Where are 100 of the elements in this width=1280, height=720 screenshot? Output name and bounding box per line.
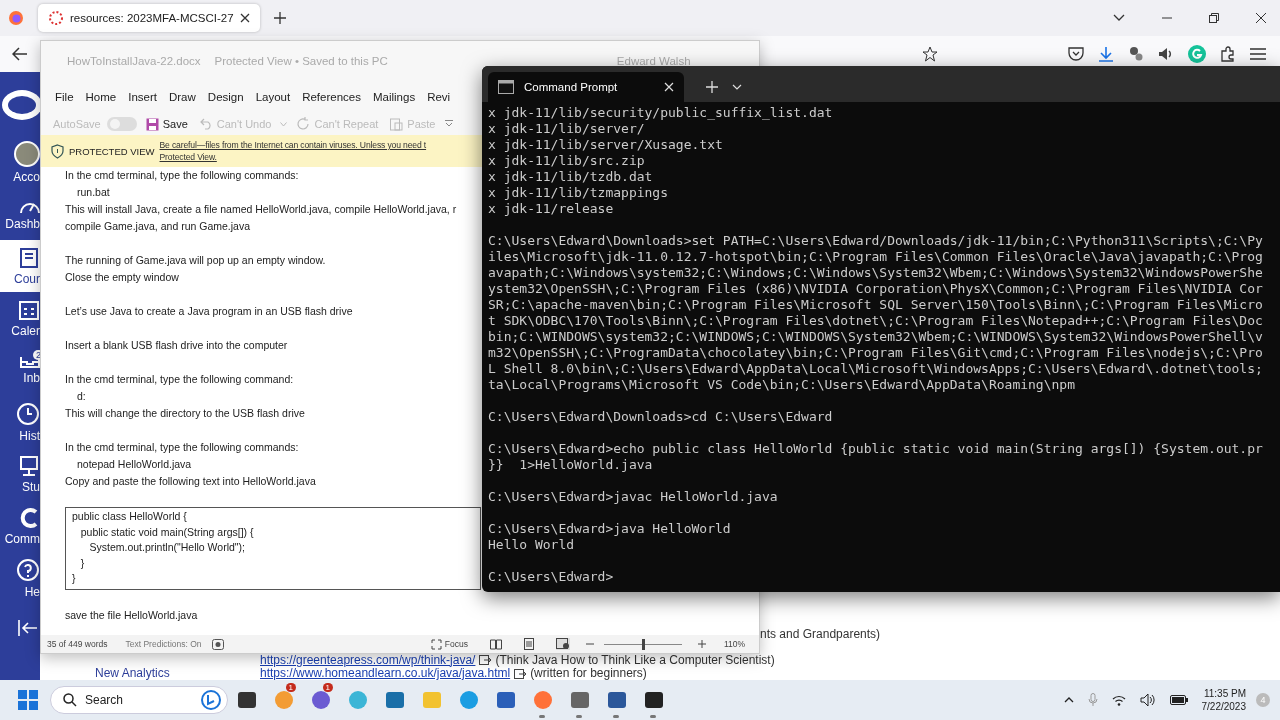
- nav-item[interactable]: Acco: [0, 136, 40, 188]
- web-layout-icon[interactable]: [555, 638, 570, 650]
- shield-icon: [51, 143, 64, 159]
- ribbon-tab[interactable]: References: [296, 91, 367, 103]
- chevron-down-icon[interactable]: [1113, 14, 1125, 22]
- volume-icon[interactable]: [1139, 693, 1156, 707]
- ribbon-tab[interactable]: File: [49, 91, 80, 103]
- taskbar-search[interactable]: Search: [50, 686, 228, 714]
- code-line: public static void main(String args[]) {: [79, 524, 255, 540]
- autosave-toggle[interactable]: [106, 117, 137, 131]
- nav-item[interactable]: Hist: [0, 396, 40, 448]
- terminal-line: ystem32\OpenSSH\;C:\Program Files (x86)\NVIDIA Corporation\PhysX\Common;C:\Program Files\NVIDIA Cor: [488, 281, 1264, 297]
- terminal-line: t SDK\ODBC\170\Tools\Binn\;C:\Program Files\dotnet\;C:\Program Files\Notepad++;C:\Program Files\Doc: [488, 313, 1264, 329]
- speaker-icon[interactable]: [1158, 46, 1174, 62]
- pocket-icon[interactable]: [1068, 47, 1084, 61]
- running-indicator: [650, 715, 656, 718]
- app-icon: [606, 690, 627, 710]
- extension-icon[interactable]: [1128, 46, 1144, 62]
- running-indicator: [576, 715, 582, 718]
- clock[interactable]: 11:35 PM 7/22/2023: [1201, 687, 1246, 713]
- running-indicator: [539, 715, 545, 718]
- paragraph: In the cmd terminal, type the following commands:: [65, 168, 299, 183]
- zoom-level[interactable]: 110%: [723, 639, 745, 649]
- close-icon[interactable]: [239, 13, 250, 23]
- clipboard-icon: [390, 117, 404, 131]
- new-tab-icon[interactable]: [273, 12, 286, 24]
- taskbar-app[interactable]: 1: [302, 680, 339, 720]
- terminal-line: }} 1>HelloWorld.java: [488, 457, 654, 473]
- accessibility-icon[interactable]: [211, 638, 224, 650]
- terminal-line: Hello World: [488, 537, 576, 553]
- more-icon[interactable]: [444, 120, 453, 128]
- warning-link[interactable]: Protected View.: [159, 151, 217, 163]
- terminal-icon: [498, 80, 514, 94]
- terminal-line: L Shell 8.0\bin\;C:\Users\Edward\AppData\Local\Microsoft\WindowsApps;C:\Users\Edward\.dotnet\tools;: [488, 361, 1264, 377]
- nav-item[interactable]: Cour: [0, 240, 40, 292]
- windows-start-icon[interactable]: [18, 690, 38, 710]
- nav-link[interactable]: New Analytics: [95, 666, 256, 680]
- ribbon-tab[interactable]: Insert: [122, 91, 163, 103]
- search-icon: [63, 693, 77, 707]
- restore-icon[interactable]: [1209, 13, 1219, 23]
- nav-item[interactable]: Dashb: [0, 188, 40, 240]
- download-icon[interactable]: [1098, 46, 1114, 62]
- external-link-icon: [514, 667, 527, 679]
- paragraph: Copy and paste the following text into HelloWorld.java: [65, 474, 316, 489]
- book-icon: [18, 246, 40, 269]
- terminal-line: C:\Users\Edward\Downloads>set PATH=C:\Users\Edward/Downloads/jdk-11/bin;C:\Python311\Scripts\;C:\Py: [488, 233, 1264, 249]
- zoom-thumb[interactable]: [641, 638, 645, 650]
- nav-item[interactable]: He: [0, 552, 40, 604]
- star-icon[interactable]: [922, 46, 938, 62]
- page-link[interactable]: https://greenteapress.com/wp/think-java/: [260, 652, 476, 667]
- close-icon[interactable]: [1256, 13, 1266, 23]
- terminal-title: Command Prompt: [524, 81, 619, 93]
- save-button[interactable]: Save: [142, 117, 191, 131]
- back-arrow-icon[interactable]: [12, 47, 28, 61]
- monitor-icon: [18, 454, 40, 477]
- focus-icon: [430, 638, 442, 650]
- terminal-line: x jdk-11/lib/tzmappings: [488, 185, 669, 201]
- nav-item[interactable]: Caler: [0, 292, 40, 344]
- grammar-icon[interactable]: [1188, 45, 1206, 63]
- link-note: (written for beginners): [530, 666, 647, 680]
- save-icon: [145, 117, 159, 131]
- paragraph: This will change the directory to the USB flash drive: [65, 406, 305, 421]
- read-mode-icon[interactable]: [489, 638, 502, 650]
- page-link[interactable]: https://www.homeandlearn.co.uk/java/java.html: [260, 666, 511, 680]
- wifi-icon[interactable]: [1111, 694, 1126, 706]
- ribbon-tab[interactable]: Mailings: [367, 91, 422, 103]
- terminal-line: ta\Local\Programs\Microsoft VS Code\bin;C:\Users\Edward\AppData\Roaming\npm: [488, 377, 1076, 393]
- collapse-icon[interactable]: [18, 620, 38, 636]
- firefox-icon[interactable]: [8, 10, 24, 26]
- paragraph: The running of Game.java will pop up an empty window.: [65, 253, 326, 268]
- app-icon: [495, 690, 516, 710]
- battery-icon[interactable]: [1169, 695, 1188, 705]
- code-line: public class HelloWorld {: [72, 509, 188, 524]
- text-predictions[interactable]: Text Predictions: On: [125, 639, 202, 649]
- browser-tab[interactable]: resources: 2023MFA-MCSCI-27: [38, 4, 260, 32]
- clock-date: 7/22/2023: [1201, 700, 1246, 713]
- protected-view-label: PROTECTED VIEW: [69, 145, 155, 157]
- nav-item[interactable]: Comm: [0, 500, 40, 552]
- nav-item[interactable]: Stu: [0, 448, 40, 500]
- terminal-line: C:\Users\Edward>echo public class HelloWorld {public static void main(String args[]) {System.out.pr: [488, 441, 1264, 457]
- puzzle-icon[interactable]: [1220, 46, 1236, 62]
- repeat-icon: [296, 117, 311, 131]
- terminal-line: C:\Users\Edward>: [488, 569, 615, 585]
- zoom-in-icon[interactable]: [697, 640, 706, 648]
- focus-button[interactable]: Focus: [430, 638, 468, 650]
- print-layout-icon[interactable]: [523, 638, 534, 650]
- taskbar-app[interactable]: 1: [265, 680, 302, 720]
- warning-link[interactable]: Be careful—files from the Internet can contain viruses. Unless you need t: [159, 139, 427, 151]
- ribbon-tab[interactable]: Home: [79, 91, 123, 103]
- menu-icon[interactable]: [1250, 48, 1266, 60]
- word-count[interactable]: 35 of 449 words: [47, 639, 108, 649]
- chevron-up-icon[interactable]: [1063, 697, 1074, 703]
- link-note: (Think Java How to Think Like a Computer Scientist): [495, 652, 775, 667]
- paragraph: save the file HelloWorld.java: [65, 607, 198, 623]
- ribbon-tab[interactable]: Revi: [421, 91, 457, 103]
- ribbon-tab[interactable]: Layout: [249, 91, 297, 103]
- ribbon-tab[interactable]: Draw: [163, 91, 202, 103]
- tab-title: resources: 2023MFA-MCSCI-27: [70, 12, 234, 24]
- terminal-tab[interactable]: Command Prompt: [488, 72, 684, 102]
- ribbon-tab[interactable]: Design: [201, 91, 250, 103]
